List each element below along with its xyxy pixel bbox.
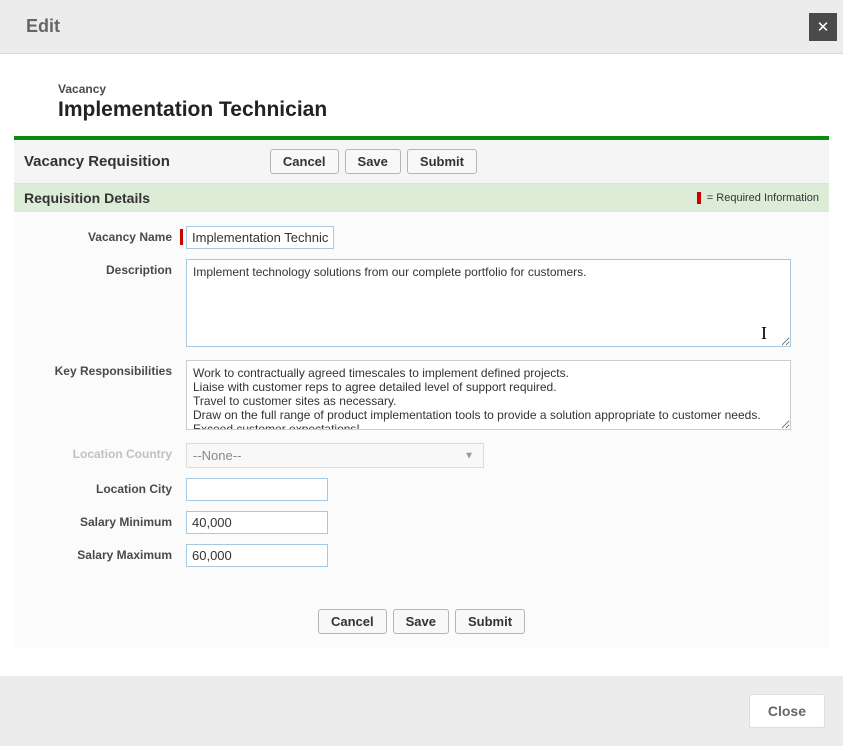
form-body: Vacancy Name Description I Key Responsib…: [14, 212, 829, 595]
save-button[interactable]: Save: [345, 149, 401, 174]
description-textarea[interactable]: [186, 259, 791, 347]
row-description: Description I: [36, 259, 807, 350]
section-title: Vacancy Requisition: [24, 153, 170, 170]
cancel-button[interactable]: Cancel: [318, 609, 387, 634]
control-loc-country: --None-- ▼: [186, 443, 807, 468]
cancel-button[interactable]: Cancel: [270, 149, 339, 174]
modal-footer: Close: [0, 676, 843, 746]
vacancy-heading: Vacancy Implementation Technician: [14, 82, 829, 122]
sal-max-input[interactable]: [186, 544, 328, 567]
required-mark-icon: [180, 229, 183, 245]
loc-country-select[interactable]: --None--: [186, 443, 484, 468]
control-vacancy-name: [186, 226, 807, 249]
close-icon[interactable]: ✕: [809, 13, 837, 41]
row-sal-max: Salary Maximum: [36, 544, 807, 567]
modal-header: Edit ✕: [0, 0, 843, 54]
label-sal-max: Salary Maximum: [36, 544, 186, 562]
save-button[interactable]: Save: [393, 609, 449, 634]
vacancy-label: Vacancy: [58, 82, 829, 96]
section-bar: Vacancy Requisition Cancel Save Submit: [14, 140, 829, 184]
label-key-resp: Key Responsibilities: [36, 360, 186, 378]
bottom-button-row: Cancel Save Submit: [14, 595, 829, 648]
page-title: Implementation Technician: [58, 98, 829, 122]
required-mark-icon: [697, 192, 701, 204]
control-sal-min: [186, 511, 807, 534]
key-resp-textarea[interactable]: [186, 360, 791, 430]
control-description: I: [186, 259, 807, 350]
required-legend-text: = Required Information: [707, 192, 819, 204]
loc-city-input[interactable]: [186, 478, 328, 501]
label-description: Description: [36, 259, 186, 277]
row-loc-city: Location City: [36, 478, 807, 501]
subsection-title: Requisition Details: [24, 190, 150, 206]
submit-button[interactable]: Submit: [407, 149, 477, 174]
vacancy-name-input[interactable]: [186, 226, 334, 249]
control-key-resp: [186, 360, 807, 433]
control-loc-city: [186, 478, 807, 501]
close-button[interactable]: Close: [749, 694, 825, 728]
label-vacancy-name: Vacancy Name: [36, 226, 186, 244]
submit-button[interactable]: Submit: [455, 609, 525, 634]
row-key-resp: Key Responsibilities: [36, 360, 807, 433]
row-loc-country: Location Country --None-- ▼: [36, 443, 807, 468]
sal-min-input[interactable]: [186, 511, 328, 534]
label-loc-city: Location City: [36, 478, 186, 496]
label-loc-country: Location Country: [36, 443, 186, 461]
row-sal-min: Salary Minimum: [36, 511, 807, 534]
label-sal-min: Salary Minimum: [36, 511, 186, 529]
top-button-row: Cancel Save Submit: [270, 149, 477, 174]
modal-title: Edit: [26, 16, 60, 37]
subsection-bar: Requisition Details = Required Informati…: [14, 184, 829, 212]
control-sal-max: [186, 544, 807, 567]
content-area: Vacancy Implementation Technician Vacanc…: [0, 54, 843, 658]
row-vacancy-name: Vacancy Name: [36, 226, 807, 249]
required-legend: = Required Information: [697, 192, 819, 204]
